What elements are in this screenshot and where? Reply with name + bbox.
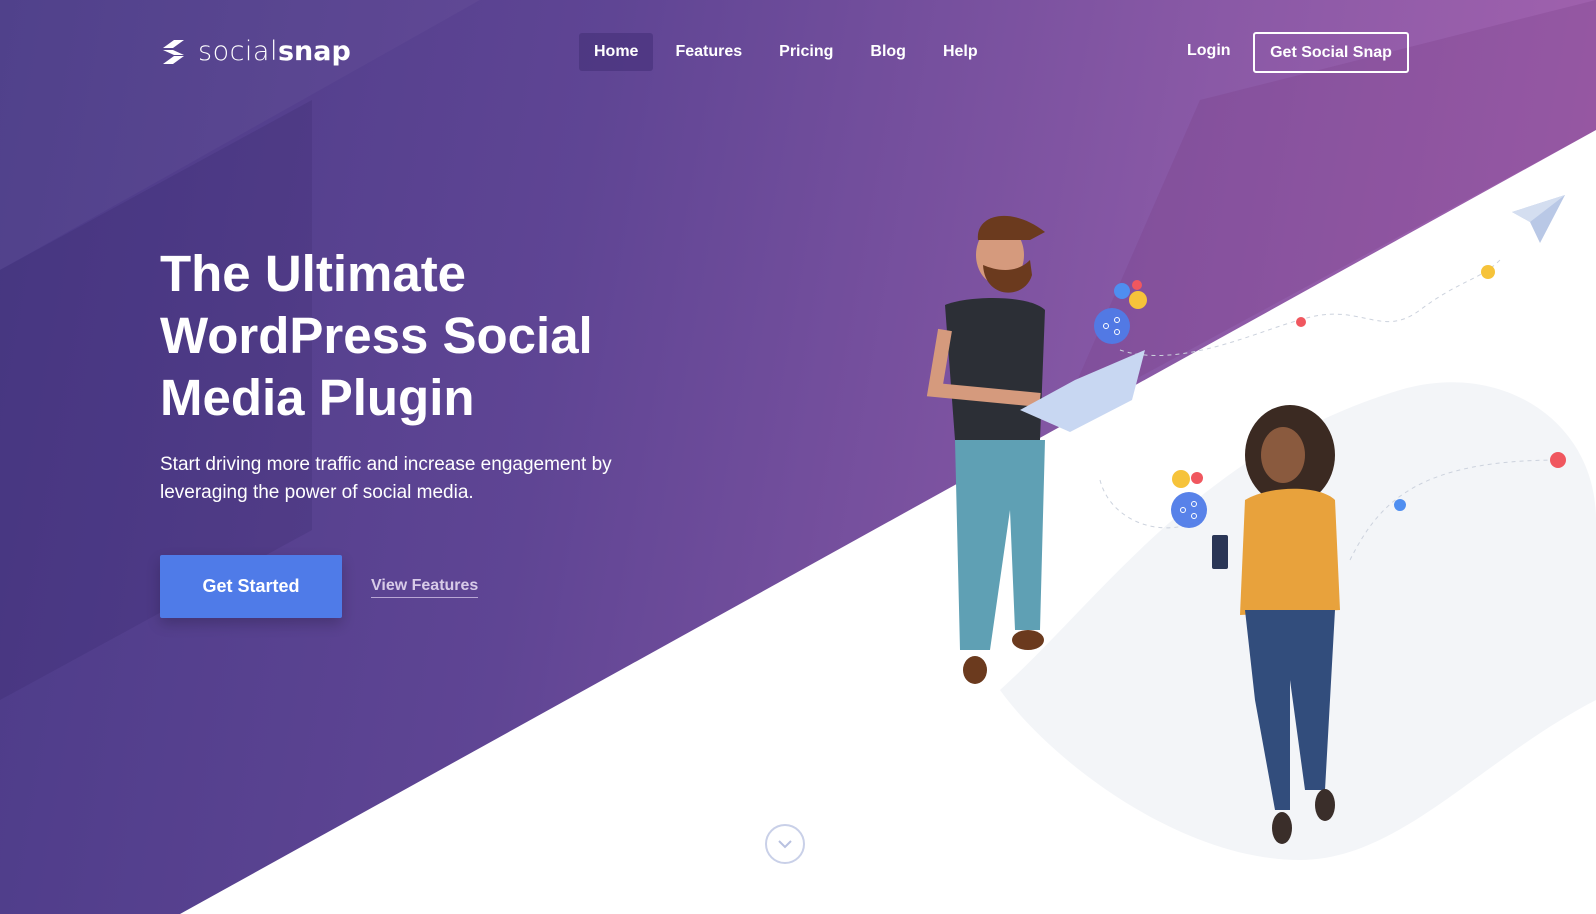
hero-illustration: [926, 195, 1566, 844]
woman-figure: [1212, 405, 1340, 844]
reaction-icons: [1114, 265, 1566, 511]
man-figure: [926, 215, 1145, 684]
share-icon: [1094, 308, 1130, 344]
paper-plane-icon: [1512, 195, 1565, 243]
share-icon: [1171, 492, 1207, 528]
